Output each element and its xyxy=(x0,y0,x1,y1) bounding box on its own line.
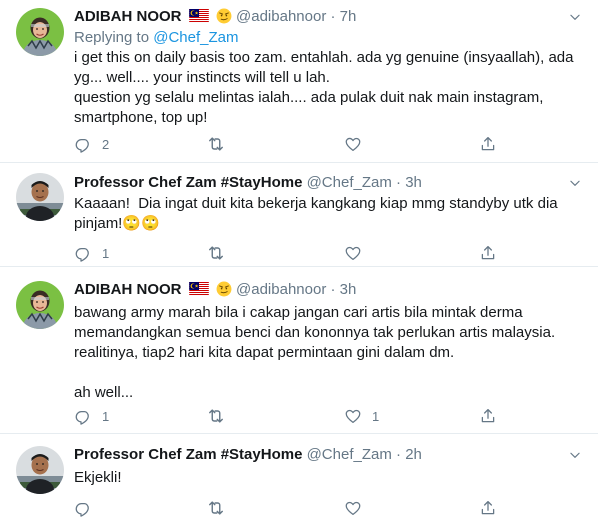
tweet-actions: 2 xyxy=(74,134,514,154)
timestamp[interactable]: 2h xyxy=(405,446,422,463)
user-handle[interactable]: @adibahnoor xyxy=(236,8,326,25)
retweet-button[interactable] xyxy=(206,406,236,426)
display-name[interactable]: Professor Chef Zam #StayHome xyxy=(74,174,302,191)
avatar[interactable] xyxy=(16,281,64,329)
replying-to: Replying to @Chef_Zam xyxy=(74,28,238,48)
reply-button[interactable]: 1 xyxy=(74,243,109,263)
share-icon xyxy=(479,244,497,262)
share-button[interactable] xyxy=(479,243,497,263)
tweet-2[interactable]: Professor Chef Zam #StayHome @Chef_Zam ·… xyxy=(0,163,598,263)
tweet-4[interactable]: Professor Chef Zam #StayHome @Chef_Zam ·… xyxy=(0,434,598,522)
timestamp[interactable]: 3h xyxy=(340,281,357,298)
smirking-face-icon xyxy=(216,8,232,24)
retweet-button[interactable] xyxy=(206,498,236,518)
retweet-button[interactable] xyxy=(206,134,236,154)
replying-prefix: Replying to xyxy=(74,29,150,46)
reply-count: 1 xyxy=(102,408,110,424)
reply-button[interactable]: 1 xyxy=(74,406,109,426)
share-button[interactable] xyxy=(479,134,497,154)
user-handle[interactable]: @adibahnoor xyxy=(236,281,326,298)
tweet-text: i get this on daily basis too zam. entah… xyxy=(74,49,574,126)
smirking-face-icon xyxy=(216,281,232,297)
retweet-icon xyxy=(206,134,226,154)
share-button[interactable] xyxy=(479,406,497,426)
reply-icon xyxy=(74,499,92,517)
share-icon xyxy=(479,407,497,425)
like-button[interactable] xyxy=(344,134,372,154)
chevron-down-icon[interactable] xyxy=(568,10,582,24)
avatar-image xyxy=(16,173,64,221)
separator-dot: · xyxy=(330,8,336,25)
retweet-icon xyxy=(206,406,226,426)
retweet-button[interactable] xyxy=(206,243,236,263)
reply-count: 2 xyxy=(102,136,110,152)
like-button[interactable] xyxy=(344,498,372,518)
like-button[interactable] xyxy=(344,243,372,263)
tweet-actions xyxy=(74,498,514,518)
tweet-actions: 1 xyxy=(74,243,514,263)
chevron-down-icon[interactable] xyxy=(568,448,582,462)
heart-icon xyxy=(344,135,362,153)
avatar[interactable] xyxy=(16,173,64,221)
chevron-down-icon[interactable] xyxy=(568,176,582,190)
reply-count: 1 xyxy=(102,245,110,261)
reply-icon xyxy=(74,244,92,262)
reply-icon xyxy=(74,135,92,153)
separator-dot: · xyxy=(330,281,336,298)
timestamp[interactable]: 3h xyxy=(405,174,422,191)
malaysia-flag-icon xyxy=(189,282,209,296)
retweet-icon xyxy=(206,243,226,263)
tweet-1[interactable]: ADIBAH NOOR @adibahnoor · 7h Replying to… xyxy=(0,0,598,160)
timestamp[interactable]: 7h xyxy=(340,8,357,25)
heart-icon xyxy=(344,244,362,262)
tweet-3[interactable]: ADIBAH NOOR @adibahnoor · 3h bawang army… xyxy=(0,267,598,430)
display-name[interactable]: ADIBAH NOOR xyxy=(74,281,182,298)
separator-dot: · xyxy=(396,446,402,463)
avatar[interactable] xyxy=(16,446,64,494)
reply-icon xyxy=(74,407,92,425)
heart-icon xyxy=(344,499,362,517)
tweet-text: Ekjekli! xyxy=(74,469,122,486)
display-name[interactable]: Professor Chef Zam #StayHome xyxy=(74,446,302,463)
replying-to-link[interactable]: @Chef_Zam xyxy=(153,29,238,46)
share-button[interactable] xyxy=(479,498,497,518)
avatar[interactable] xyxy=(16,8,64,56)
avatar-image xyxy=(16,8,64,56)
share-icon xyxy=(479,135,497,153)
separator-dot: · xyxy=(396,174,402,191)
avatar-image xyxy=(16,281,64,329)
share-icon xyxy=(479,499,497,517)
heart-icon xyxy=(344,407,362,425)
malaysia-flag-icon xyxy=(189,9,209,23)
like-button[interactable]: 1 xyxy=(344,406,379,426)
tweet-actions: 1 1 xyxy=(74,406,514,426)
like-count: 1 xyxy=(372,408,380,424)
tweet-text: Kaaaan! Dia ingat duit kita bekerja kang… xyxy=(74,195,562,232)
retweet-icon xyxy=(206,498,226,518)
display-name[interactable]: ADIBAH NOOR xyxy=(74,8,182,25)
user-handle[interactable]: @Chef_Zam xyxy=(307,174,392,191)
user-handle[interactable]: @Chef_Zam xyxy=(307,446,392,463)
avatar-image xyxy=(16,446,64,494)
tweet-text: bawang army marah bila i cakap jangan ca… xyxy=(74,304,556,401)
reply-button[interactable]: 2 xyxy=(74,134,109,154)
reply-button[interactable] xyxy=(74,498,102,518)
